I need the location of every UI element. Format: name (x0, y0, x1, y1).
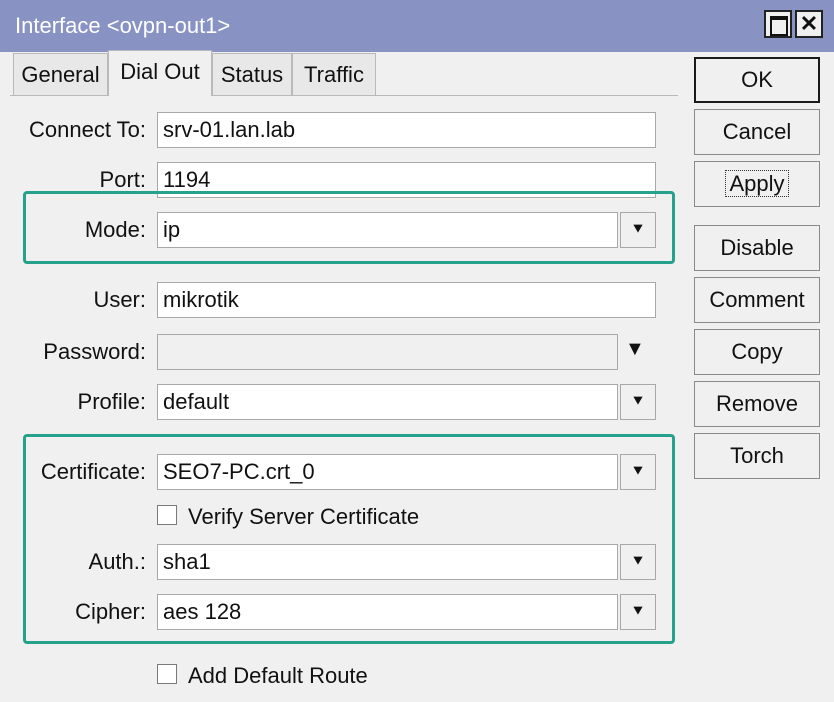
verify-server-certificate-label: Verify Server Certificate (188, 504, 420, 529)
tab-general[interactable]: General (13, 53, 108, 95)
tab-traffic[interactable]: Traffic (292, 53, 376, 95)
auth-label: Auth.: (88, 549, 146, 574)
certificate-dropdown-icon[interactable]: ⯆ (620, 454, 656, 490)
certificate-label: Certificate: (40, 459, 146, 484)
certificate-select[interactable]: SEO7-PC.crt_0 (157, 454, 618, 490)
port-input[interactable]: 1194 (157, 162, 656, 198)
auth-dropdown-icon[interactable]: ⯆ (620, 544, 656, 580)
user-input[interactable]: mikrotik (157, 282, 656, 318)
profile-label: Profile: (77, 389, 146, 414)
connect-to-label: Connect To: (28, 117, 146, 142)
comment-button[interactable]: Comment (694, 277, 820, 323)
mode-select[interactable]: ip (157, 212, 618, 248)
password-input[interactable] (157, 334, 618, 370)
mode-label: Mode: (84, 217, 146, 242)
password-label: Password: (43, 339, 146, 364)
mode-dropdown-icon[interactable]: ⯆ (620, 212, 656, 248)
profile-select[interactable]: default (157, 384, 618, 420)
auth-select[interactable]: sha1 (157, 544, 618, 580)
tab-status[interactable]: Status (212, 53, 292, 95)
tab-dial-out[interactable]: Dial Out (108, 50, 212, 96)
ok-button[interactable]: OK (694, 57, 820, 103)
remove-button[interactable]: Remove (694, 381, 820, 427)
close-icon[interactable]: ✕ (795, 10, 823, 38)
password-expand-icon[interactable]: ▼ (625, 331, 645, 367)
disable-button[interactable]: Disable (694, 225, 820, 271)
cipher-label: Cipher: (75, 599, 146, 624)
window-title: Interface <ovpn-out1> (15, 13, 231, 38)
maximize-icon[interactable] (764, 10, 792, 38)
apply-button[interactable]: Apply (694, 161, 820, 207)
copy-button[interactable]: Copy (694, 329, 820, 375)
cipher-dropdown-icon[interactable]: ⯆ (620, 594, 656, 630)
apply-button-label: Apply (725, 170, 789, 197)
verify-server-certificate-checkbox[interactable] (157, 505, 177, 525)
cancel-button[interactable]: Cancel (694, 109, 820, 155)
user-label: User: (93, 287, 146, 312)
connect-to-input[interactable]: srv-01.lan.lab (157, 112, 656, 148)
port-label: Port: (99, 167, 146, 192)
add-default-route-label: Add Default Route (188, 663, 368, 688)
add-default-route-checkbox[interactable] (157, 664, 177, 684)
profile-dropdown-icon[interactable]: ⯆ (620, 384, 656, 420)
title-bar: Interface <ovpn-out1> ✕ (0, 0, 834, 52)
cipher-select[interactable]: aes 128 (157, 594, 618, 630)
torch-button[interactable]: Torch (694, 433, 820, 479)
